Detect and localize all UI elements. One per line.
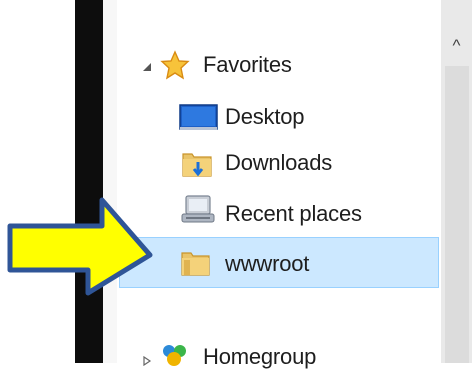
yellow-arrow-icon — [7, 197, 153, 296]
